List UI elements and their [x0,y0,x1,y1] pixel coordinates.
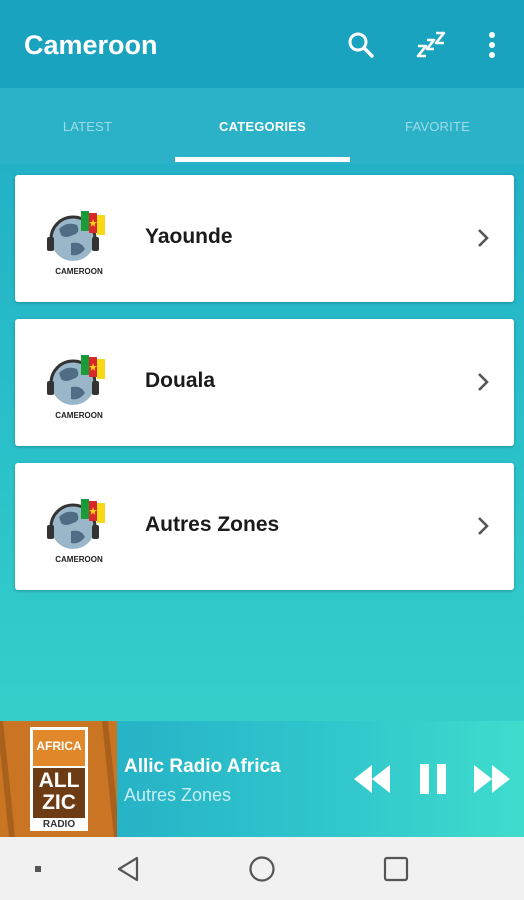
active-tab-indicator [175,157,350,162]
app-title: Cameroon [24,30,158,60]
tab-bar: LATEST CATEGORIES FAVORITE [0,88,524,164]
category-card-autres-zones[interactable]: CAMEROON Autres Zones [15,463,514,590]
tab-categories[interactable]: CATEGORIES [175,88,350,164]
category-card-yaounde[interactable]: CAMEROON Yaounde [15,175,514,302]
art-text-all: ALL [38,769,80,792]
logo-caption: CAMEROON [55,267,103,276]
station-category: Autres Zones [124,785,232,805]
cameroon-radio-logo: CAMEROON [41,205,117,279]
sleep-timer-icon[interactable] [414,28,448,62]
chevron-right-icon [478,229,489,247]
search-icon[interactable] [344,28,378,62]
more-vert-icon[interactable] [475,28,509,62]
system-nav-bar [0,837,524,900]
logo-caption: CAMEROON [55,411,103,420]
category-label: Yaounde [145,225,233,248]
tab-latest[interactable]: LATEST [0,88,175,164]
nav-home-icon[interactable] [246,853,278,885]
art-text-zic: ZIC [42,791,76,814]
nav-back-icon[interactable] [112,853,144,885]
app-bar: Cameroon [0,0,524,88]
tab-favorite[interactable]: FAVORITE [350,88,524,164]
mini-player[interactable]: AFRICA ALL ZIC RADIO Allic Radio Africa … [0,721,524,837]
nav-recents-icon[interactable] [380,853,412,885]
rewind-icon[interactable] [352,761,392,797]
logo-caption: CAMEROON [55,555,103,564]
chevron-right-icon [478,373,489,391]
station-name: Allic Radio Africa [124,756,281,777]
art-text-africa: AFRICA [36,739,82,753]
fast-forward-icon[interactable] [472,761,512,797]
pause-icon[interactable] [418,761,448,797]
chevron-right-icon [478,517,489,535]
station-artwork: AFRICA ALL ZIC RADIO [0,721,117,837]
category-label: Autres Zones [145,513,280,536]
cameroon-radio-logo: CAMEROON [41,493,117,567]
category-card-douala[interactable]: CAMEROON Douala [15,319,514,446]
cameroon-radio-logo: CAMEROON [41,349,117,423]
category-label: Douala [145,369,216,392]
nav-menu-dot-icon[interactable] [22,853,54,885]
art-text-radio: RADIO [42,819,76,830]
